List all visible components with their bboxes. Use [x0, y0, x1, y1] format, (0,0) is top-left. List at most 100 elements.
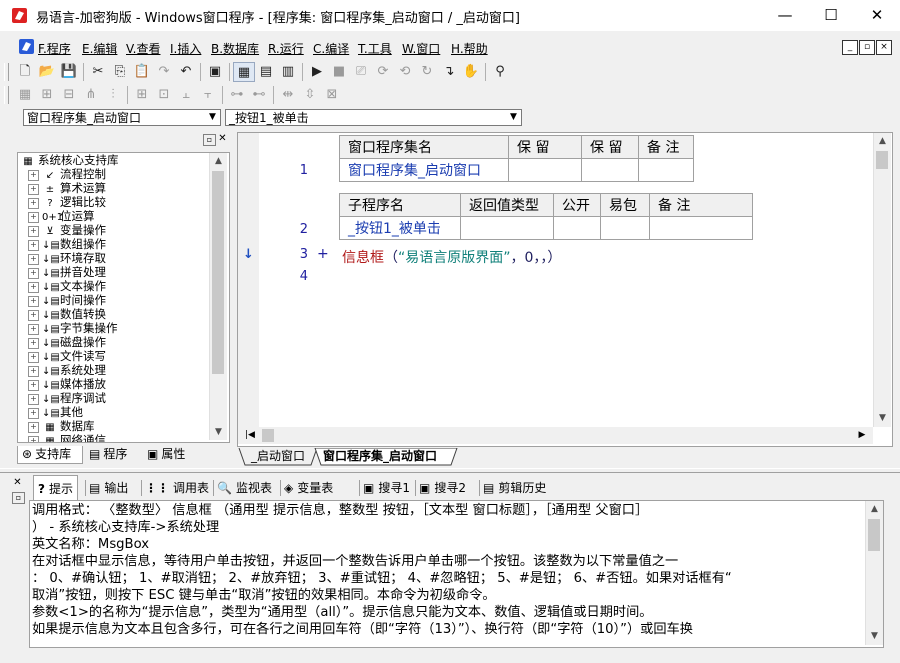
- paste-icon[interactable]: 📋: [131, 62, 153, 82]
- chevron-down-icon[interactable]: ▼: [210, 424, 227, 440]
- binoculars-icon[interactable]: ⚲: [489, 62, 511, 82]
- tree-item[interactable]: + ▦ 数据库: [20, 419, 95, 433]
- sub-cell[interactable]: [553, 216, 601, 240]
- help-scrollbar[interactable]: ▲ ▼: [865, 501, 883, 645]
- tree-item[interactable]: ▦ 系统核心支持库: [20, 153, 118, 167]
- scroll-thumb[interactable]: [868, 519, 880, 551]
- menu-item-5[interactable]: R.运行: [268, 40, 304, 57]
- mdi-close-button[interactable]: ×: [876, 40, 892, 55]
- expand-icon[interactable]: +: [28, 240, 39, 251]
- bottom-panel-restore-icon[interactable]: ▫: [12, 492, 25, 504]
- bottom-tab-5[interactable]: ▣ 搜寻1: [363, 475, 410, 501]
- tree-item[interactable]: + ↓▤时间操作: [20, 293, 106, 307]
- class-cell[interactable]: [581, 158, 639, 182]
- expand-icon[interactable]: +: [28, 184, 39, 195]
- menu-item-2[interactable]: V.查看: [126, 40, 160, 57]
- tree-item[interactable]: + ↓▤磁盘操作: [20, 335, 106, 349]
- tree-item[interactable]: +? 逻辑比较: [20, 195, 106, 209]
- close-button[interactable]: ✕: [854, 0, 900, 31]
- undo-icon[interactable]: ↶: [175, 62, 197, 82]
- expand-icon[interactable]: +: [28, 226, 39, 237]
- chevron-right-icon[interactable]: ▶: [854, 427, 870, 444]
- toolbar-grip[interactable]: [4, 86, 9, 104]
- menu-item-7[interactable]: T.工具: [358, 40, 392, 57]
- menu-item-4[interactable]: B.数据库: [211, 40, 259, 57]
- menu-item-3[interactable]: I.插入: [170, 40, 201, 57]
- editor-vscroll[interactable]: ▲ ▼: [873, 133, 891, 427]
- menu-item-0[interactable]: F.程序: [38, 40, 71, 57]
- class-name-cell[interactable]: 窗口程序集_启动窗口: [339, 158, 509, 182]
- expand-toggle[interactable]: +: [317, 246, 329, 262]
- expand-icon[interactable]: +: [28, 268, 39, 279]
- expand-icon[interactable]: +: [28, 198, 39, 209]
- document-icon[interactable]: [18, 38, 35, 55]
- splitter[interactable]: [0, 468, 900, 473]
- expand-icon[interactable]: +: [28, 212, 39, 223]
- copy-icon[interactable]: ⎘: [109, 62, 131, 82]
- bottom-tab-2[interactable]: ⋮⋮ 调用表: [145, 475, 209, 501]
- chevron-up-icon[interactable]: ▲: [866, 501, 883, 517]
- expand-icon[interactable]: +: [28, 310, 39, 321]
- step-into-icon[interactable]: ↴: [438, 62, 460, 82]
- class-cell[interactable]: [638, 158, 694, 182]
- tree-item[interactable]: + ↓▤程序调试: [20, 391, 106, 405]
- class-cell[interactable]: [508, 158, 582, 182]
- panel-restore-icon[interactable]: ▫: [203, 134, 216, 146]
- scroll-thumb[interactable]: [212, 171, 224, 374]
- sub-name-cell[interactable]: _按钮1_被单击: [339, 216, 461, 240]
- menu-item-6[interactable]: C.编译: [313, 40, 349, 57]
- scroll-thumb[interactable]: [876, 151, 888, 169]
- layout-2-icon[interactable]: ▤: [255, 62, 277, 82]
- editor-hscroll[interactable]: |◀ ▶: [238, 427, 873, 444]
- tree-item[interactable]: + ↓▤其他: [20, 405, 83, 419]
- layout-1-icon[interactable]: ▦: [233, 62, 255, 82]
- expand-icon[interactable]: +: [28, 324, 39, 335]
- mdi-minimize-button[interactable]: _: [842, 40, 858, 55]
- layout-3-icon[interactable]: ▥: [277, 62, 299, 82]
- expand-icon[interactable]: +: [28, 380, 39, 391]
- tab-class-start-window[interactable]: 窗口程序集_启动窗口: [323, 448, 437, 466]
- left-tab-0[interactable]: ⊛ 支持库: [17, 446, 83, 464]
- mdi-restore-button[interactable]: ▫: [859, 40, 875, 55]
- tree-item[interactable]: + ↓▤文件读写: [20, 349, 106, 363]
- tree-item[interactable]: + ↓▤数值转换: [20, 307, 106, 321]
- chevron-down-icon[interactable]: ▼: [506, 110, 521, 125]
- bottom-tab-1[interactable]: ▤ 输出: [89, 475, 128, 501]
- maximize-button[interactable]: ☐: [808, 0, 854, 31]
- chevron-up-icon[interactable]: ▲: [210, 153, 227, 169]
- tree-item[interactable]: + ↓▤环境存取: [20, 251, 106, 265]
- expand-icon[interactable]: +: [28, 254, 39, 265]
- tree-item[interactable]: + ↓▤系统处理: [20, 363, 106, 377]
- expand-icon[interactable]: +: [28, 366, 39, 377]
- class-selector[interactable]: 窗口程序集_启动窗口 ▼: [23, 109, 221, 126]
- tab-start-window[interactable]: _启动窗口: [251, 448, 305, 466]
- new-icon[interactable]: 🗋: [14, 62, 36, 82]
- chevron-down-icon[interactable]: ▼: [205, 110, 220, 125]
- cut-icon[interactable]: ✂: [87, 62, 109, 82]
- scroll-thumb[interactable]: [262, 429, 274, 442]
- library-tree[interactable]: ▦ 系统核心支持库 + ↙ 流程控制 + ± 算术运算 +? 逻辑比较 +0+1位运算 + ⊻ 变量操作 +…: [17, 152, 230, 443]
- expand-icon[interactable]: +: [28, 170, 39, 181]
- menu-item-1[interactable]: E.编辑: [82, 40, 117, 57]
- bottom-panel-close-icon[interactable]: ✕: [12, 478, 23, 489]
- tree-item[interactable]: + ↓▤文本操作: [20, 279, 106, 293]
- expand-icon[interactable]: +: [28, 394, 39, 405]
- open-icon[interactable]: 📂: [36, 62, 58, 82]
- left-tab-2[interactable]: ▣ 属性: [143, 446, 199, 464]
- chevron-up-icon[interactable]: ▲: [874, 133, 891, 149]
- tree-item[interactable]: + ↙ 流程控制: [20, 167, 106, 181]
- tree-item[interactable]: + ± 算术运算: [20, 181, 106, 195]
- save-icon[interactable]: 💾: [58, 62, 80, 82]
- tree-item[interactable]: + ▦ 网络通信: [20, 433, 106, 442]
- minimize-button[interactable]: —: [762, 0, 808, 31]
- expand-icon[interactable]: +: [28, 352, 39, 363]
- toolbar-grip[interactable]: [4, 63, 9, 81]
- help-text[interactable]: 调用格式： 〈整数型〉 信息框 （通用型 提示信息，整数型 按钮，［文本型 窗口…: [29, 500, 884, 648]
- sub-cell[interactable]: [600, 216, 650, 240]
- bottom-tab-7[interactable]: ▤ 剪辑历史: [483, 475, 546, 501]
- bottom-tab-4[interactable]: ◈ 变量表: [284, 475, 333, 501]
- expand-icon[interactable]: +: [28, 296, 39, 307]
- hand-icon[interactable]: ✋: [460, 62, 482, 82]
- sub-cell[interactable]: [649, 216, 753, 240]
- bottom-tab-0[interactable]: ? 提示: [33, 475, 78, 501]
